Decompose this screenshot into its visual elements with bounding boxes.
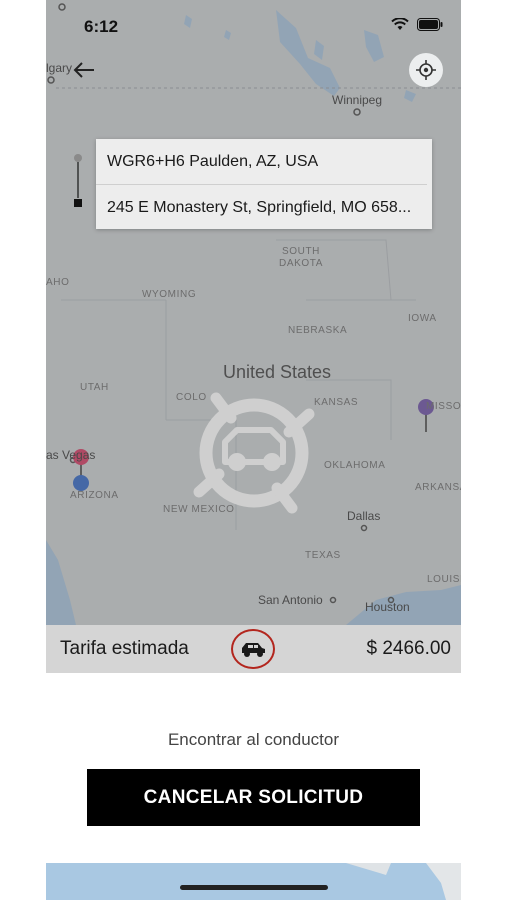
destination-field[interactable]: 245 E Monastery St, Springfield, MO 658.…	[96, 184, 427, 230]
map-strip-shapes	[346, 863, 461, 900]
arrow-left-icon	[73, 62, 94, 78]
route-indicator-icon	[74, 154, 82, 207]
status-time: 6:12	[84, 17, 119, 36]
route-panel: WGR6+H6 Paulden, AZ, USA 245 E Monastery…	[96, 139, 432, 229]
home-indicator[interactable]	[180, 885, 328, 890]
fare-label: Tarifa estimada	[60, 638, 189, 659]
crosshair-icon	[416, 60, 436, 80]
map-dim-overlay	[46, 0, 461, 625]
my-location-button[interactable]	[409, 53, 443, 87]
wifi-icon	[391, 18, 409, 30]
status-icons	[391, 18, 443, 31]
battery-icon	[417, 18, 443, 31]
map-view[interactable]: lgary Winnipeg SOUTH DAKOTA AHO WYOMING …	[46, 0, 461, 625]
finding-driver-text: Encontrar al conductor	[167, 730, 340, 749]
cancel-request-button[interactable]: CANCELAR SOLICITUD	[87, 769, 420, 826]
car-icon	[242, 643, 265, 657]
map-preview-strip	[46, 863, 461, 900]
phone-screen: lgary Winnipeg SOUTH DAKOTA AHO WYOMING …	[46, 0, 461, 900]
back-button[interactable]	[68, 56, 100, 84]
searching-car-icon	[193, 392, 315, 514]
vehicle-type-button[interactable]	[231, 629, 275, 669]
origin-field[interactable]: WGR6+H6 Paulden, AZ, USA	[96, 139, 427, 184]
fare-bar: Tarifa estimada $ 2466.00	[46, 625, 461, 673]
fare-price: $ 2466.00	[366, 638, 451, 659]
